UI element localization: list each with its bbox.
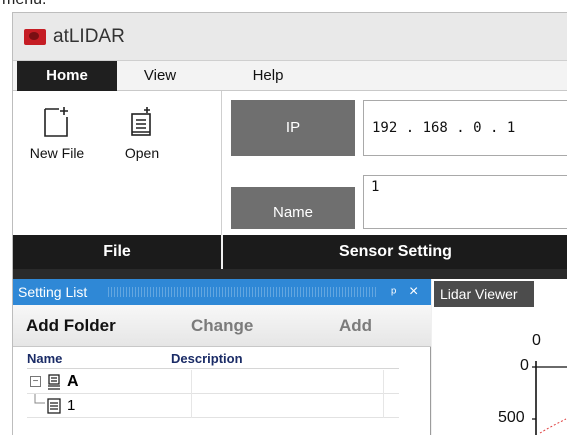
close-icon[interactable]: × bbox=[409, 279, 418, 305]
file-group-label: File bbox=[13, 235, 221, 269]
setting-list-title: Setting List bbox=[18, 284, 88, 300]
new-file-label: New File bbox=[29, 145, 85, 161]
app-window: atLIDAR Home View Help New File Open IP … bbox=[12, 12, 567, 435]
setting-list-panel: Setting List ᵖ × Add Folder Change Add N… bbox=[13, 279, 431, 435]
add-folder-button[interactable]: Add Folder bbox=[26, 305, 116, 347]
tree-row-a[interactable]: − A bbox=[27, 370, 399, 394]
menu-help[interactable]: Help bbox=[233, 61, 303, 91]
device-icon bbox=[48, 374, 60, 390]
add-button[interactable]: Add bbox=[339, 305, 372, 347]
column-description[interactable]: Description bbox=[171, 349, 243, 369]
name-field[interactable]: 1 bbox=[363, 175, 567, 229]
open-icon bbox=[131, 107, 151, 136]
setting-list-toolbar: Add Folder Change Add bbox=[13, 305, 431, 347]
tree-row-1[interactable]: 1 bbox=[27, 394, 399, 418]
menu-view[interactable]: View bbox=[125, 61, 195, 91]
change-button[interactable]: Change bbox=[191, 305, 253, 347]
tree-connector-icon bbox=[34, 394, 45, 404]
ribbon: New File Open IP 192 . 168 . 0 . 1 Name … bbox=[13, 91, 567, 235]
viewer-plot-area[interactable] bbox=[530, 359, 567, 435]
menu-home[interactable]: Home bbox=[17, 61, 117, 91]
sensor-setting-group-label: Sensor Setting bbox=[223, 235, 567, 269]
tree-row-1-name: 1 bbox=[67, 397, 76, 414]
open-button[interactable]: Open bbox=[112, 91, 172, 161]
app-title: atLIDAR bbox=[53, 26, 125, 47]
column-name[interactable]: Name bbox=[27, 349, 62, 369]
pin-icon[interactable]: ᵖ bbox=[391, 279, 396, 305]
tree-row-a-name: A bbox=[67, 373, 79, 390]
lidar-viewer-panel: Lidar Viewer 0 0 500 bbox=[432, 279, 567, 435]
setting-list-header[interactable]: Setting List ᵖ × bbox=[13, 279, 431, 305]
ip-address-field[interactable]: 192 . 168 . 0 . 1 bbox=[363, 100, 567, 156]
ip-label: IP bbox=[231, 100, 355, 156]
open-label: Open bbox=[124, 145, 160, 161]
tab-lidar-viewer[interactable]: Lidar Viewer bbox=[434, 281, 534, 307]
collapse-icon[interactable]: − bbox=[30, 376, 41, 387]
app-logo-icon bbox=[24, 29, 46, 45]
grid-header: Name Description bbox=[27, 349, 399, 369]
col-divider bbox=[191, 370, 192, 394]
col-divider bbox=[383, 370, 384, 394]
col-divider bbox=[383, 394, 384, 418]
menu-bar: Home View Help bbox=[13, 61, 567, 91]
pane-splitter bbox=[13, 269, 567, 279]
list-icon bbox=[47, 398, 61, 414]
top-caption: menu. bbox=[0, 0, 46, 9]
viewer-axis-top-label: 0 bbox=[532, 332, 541, 349]
viewer-tick-500: 500 bbox=[498, 409, 525, 426]
title-bar: atLIDAR bbox=[13, 13, 567, 61]
viewer-tick-0: 0 bbox=[520, 357, 529, 374]
new-file-icon bbox=[44, 107, 68, 137]
new-file-button[interactable]: New File bbox=[22, 91, 92, 161]
ribbon-divider bbox=[221, 91, 222, 235]
drag-grip bbox=[108, 287, 378, 297]
col-divider bbox=[191, 394, 192, 418]
name-label: Name bbox=[231, 187, 355, 229]
